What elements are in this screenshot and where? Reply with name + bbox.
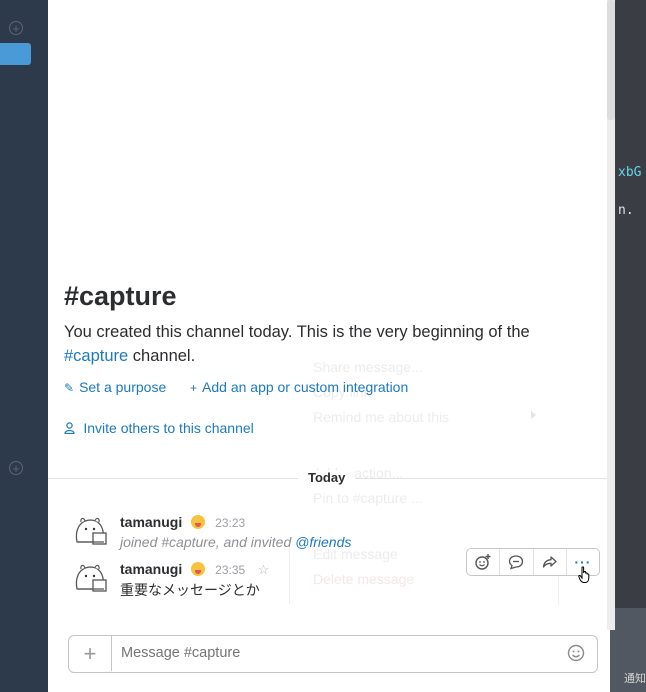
ghost-share: Share message... xyxy=(313,359,423,375)
thread-icon xyxy=(509,555,524,570)
add-channel-icon[interactable]: + xyxy=(9,21,23,36)
sidebar-active-item[interactable] xyxy=(0,43,31,65)
message-header: tamanugi 23:23 xyxy=(120,514,245,532)
workspace-sidebar: + + xyxy=(0,0,48,692)
add-dm-icon[interactable]: + xyxy=(9,461,23,476)
avatar[interactable] xyxy=(72,512,108,548)
day-divider-label: Today xyxy=(298,470,356,485)
channel-intro-suffix: channel. xyxy=(128,347,196,365)
add-reaction-icon xyxy=(475,554,491,570)
message-timestamp[interactable]: 23:35 xyxy=(215,563,245,577)
start-thread-button[interactable] xyxy=(500,549,534,575)
terminal-line: xbG xyxy=(618,165,642,180)
background-terminal: xbG n. 通知 xyxy=(610,0,646,692)
star-icon[interactable]: ☆ xyxy=(258,562,270,577)
add-integration-link[interactable]: + Add an app or custom integration xyxy=(190,379,408,395)
message-input[interactable] xyxy=(121,645,541,661)
channel-link[interactable]: #capture xyxy=(64,347,128,365)
ghost-remind: Remind me about this xyxy=(313,409,450,425)
user-group-mention[interactable]: @friends xyxy=(295,534,351,550)
invite-link[interactable]: Invite others to this channel xyxy=(64,420,254,436)
terminal-status-text: 通知 xyxy=(624,672,646,685)
ghost-delete: Delete message xyxy=(313,571,415,587)
person-icon xyxy=(64,422,78,436)
ghost-pin: Pin to #capture ... xyxy=(313,490,423,506)
invite-label: Invite others to this channel xyxy=(83,420,254,436)
hover-divider xyxy=(289,548,290,604)
message-composer: + xyxy=(68,635,598,673)
message-author[interactable]: tamanugi xyxy=(120,561,182,577)
scrollbar-thumb[interactable] xyxy=(607,0,615,120)
channel-title: #capture xyxy=(64,281,177,311)
terminal-line: n. xyxy=(618,203,634,218)
message-header: tamanugi 23:35 ☆ xyxy=(120,561,269,579)
channel-panel: #capture You created this channel today.… xyxy=(48,0,615,692)
ghost-submenu-arrow-icon xyxy=(531,411,536,419)
hand-cursor-icon xyxy=(578,566,590,583)
share-icon xyxy=(542,556,557,568)
add-integration-label: Add an app or custom integration xyxy=(202,379,409,395)
set-purpose-label: Set a purpose xyxy=(79,379,167,395)
add-reaction-button[interactable] xyxy=(467,549,501,575)
attach-button[interactable]: + xyxy=(69,636,112,671)
message-text: 重要なメッセージとか xyxy=(120,582,260,598)
share-message-button[interactable] xyxy=(534,549,567,575)
join-message: joined #capture, and invited @friends xyxy=(120,534,351,550)
avatar[interactable] xyxy=(72,559,108,595)
message-timestamp[interactable]: 23:23 xyxy=(215,516,245,530)
emoji-picker-icon[interactable] xyxy=(567,644,585,662)
status-emoji-icon xyxy=(190,562,205,576)
pencil-icon: ✎ xyxy=(64,381,75,395)
message-author[interactable]: tamanugi xyxy=(120,514,182,530)
plus-icon: + xyxy=(190,381,198,395)
hover-divider xyxy=(558,575,559,605)
set-purpose-link[interactable]: ✎ Set a purpose xyxy=(64,379,166,395)
status-emoji-icon xyxy=(190,515,205,529)
join-text: joined #capture, and invited xyxy=(120,534,296,550)
channel-intro-text: You created this channel today. This is … xyxy=(64,323,530,341)
